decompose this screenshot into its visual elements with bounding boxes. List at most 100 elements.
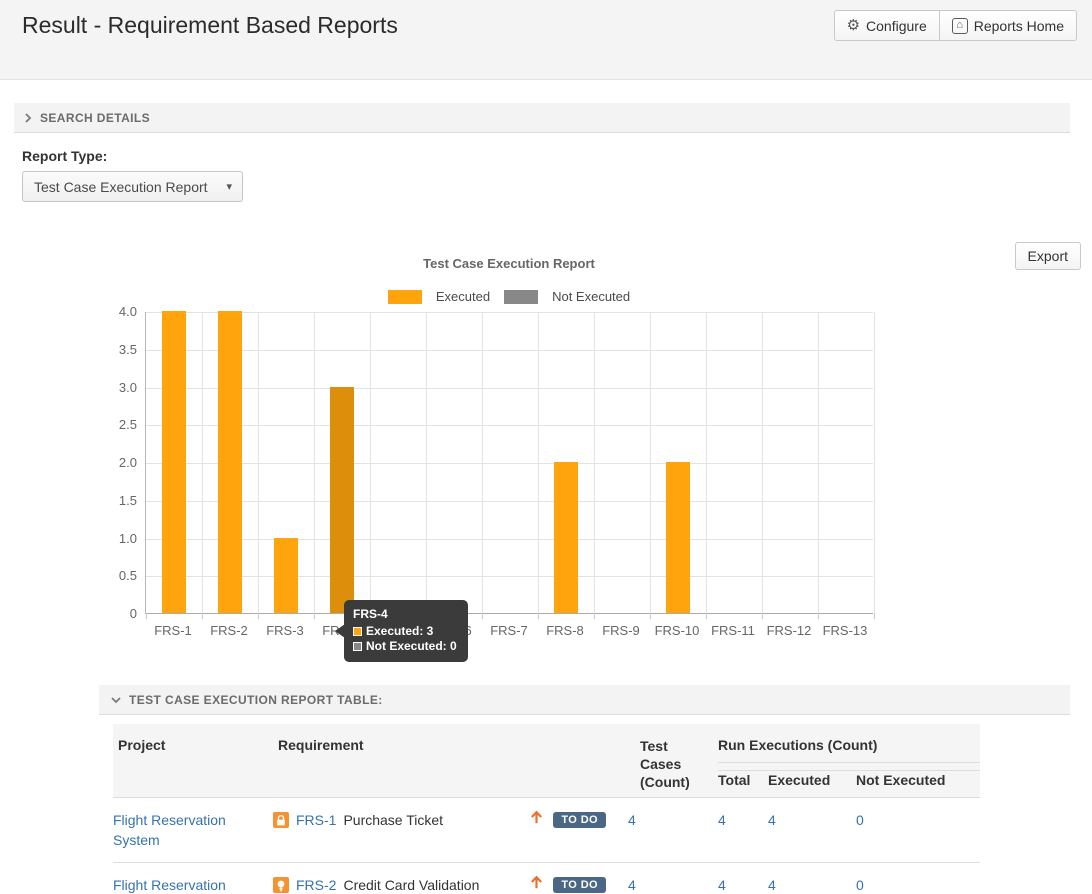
status-badge: TO DO (553, 812, 606, 828)
bar-frs-4[interactable] (330, 387, 354, 614)
gridline (146, 501, 873, 502)
table-row: Flight Reservation SystemFRS-2Credit Car… (113, 863, 980, 894)
not-executed-link[interactable]: 0 (856, 877, 864, 893)
chevron-right-icon (24, 113, 32, 123)
tooltip-swatch-executed (353, 627, 362, 636)
x-axis-tick (874, 613, 875, 619)
total-cell: 4 (718, 863, 768, 894)
tooltip-row-not-executed: Not Executed: 0 (353, 639, 457, 654)
x-axis-tick-label: FRS-11 (705, 623, 761, 638)
plot-area (145, 312, 873, 614)
gridline (426, 312, 427, 613)
x-axis-tick (258, 613, 259, 619)
home-icon: ⌂ (952, 18, 968, 34)
project-link[interactable]: Flight Reservation System (113, 812, 226, 848)
chart-region: Export Test Case Execution Report Execut… (0, 239, 1092, 645)
total-cell: 4 (718, 798, 768, 863)
tooltip-swatch-not-executed (353, 642, 362, 651)
report-type-dropdown[interactable]: Test Case Execution Report ▾ (22, 171, 243, 202)
reports-home-button[interactable]: ⌂ Reports Home (940, 10, 1077, 41)
gridline (538, 312, 539, 613)
total-link[interactable]: 4 (718, 877, 726, 893)
y-axis-tick-label: 3.5 (97, 342, 137, 357)
gridline (650, 312, 651, 613)
page-title: Result - Requirement Based Reports (22, 12, 398, 39)
gridline (762, 312, 763, 613)
x-axis-tick-label: FRS-10 (649, 623, 705, 638)
test-cases-count-link[interactable]: 4 (628, 812, 636, 828)
chart-title: Test Case Execution Report (145, 256, 873, 271)
y-axis-tick-label: 0.5 (97, 568, 137, 583)
gridline (146, 463, 873, 464)
test-cases-count-link[interactable]: 4 (628, 877, 636, 893)
not-executed-link[interactable]: 0 (856, 812, 864, 828)
x-axis-tick-label: FRS-9 (593, 623, 649, 638)
table-row: Flight Reservation System FRS-1 Purchase T… (113, 798, 980, 863)
bar-frs-2[interactable] (218, 311, 242, 613)
column-header-total: Total (718, 771, 768, 798)
project-cell: Flight Reservation System (113, 863, 273, 894)
x-axis-tick-label: FRS-3 (257, 623, 313, 638)
x-axis-tick-label: FRS-1 (145, 623, 201, 638)
test-cases-count-cell: 4 (628, 798, 718, 863)
search-details-toggle[interactable]: SEARCH DETAILS (14, 103, 1070, 133)
column-header-requirement: Requirement (273, 724, 628, 798)
x-axis-tick (706, 613, 707, 619)
x-axis-tick (202, 613, 203, 619)
x-axis-tick-label: FRS-12 (761, 623, 817, 638)
gridline (258, 312, 259, 613)
bar-frs-1[interactable] (162, 311, 186, 613)
report-table-label: TEST CASE EXECUTION REPORT TABLE: (129, 693, 383, 707)
report-type-label: Report Type: (22, 148, 1092, 164)
chevron-down-icon (111, 696, 121, 704)
arrow-up-icon (530, 810, 543, 830)
executed-link[interactable]: 4 (768, 877, 776, 893)
y-axis-tick-label: 2.0 (97, 455, 137, 470)
bar-frs-3[interactable] (274, 538, 298, 614)
arrow-up-icon (530, 875, 543, 894)
column-header-run-executions: Run Executions (Count) (718, 724, 980, 771)
project-cell: Flight Reservation System (113, 798, 273, 863)
y-axis-tick-label: 1.5 (97, 493, 137, 508)
chart-legend: Executed Not Executed (145, 289, 873, 304)
configure-button[interactable]: ⚙ Configure (834, 10, 940, 41)
gridline (482, 312, 483, 613)
x-axis-tick (594, 613, 595, 619)
gridline (146, 576, 873, 577)
requirement-key-link[interactable]: FRS-2 (296, 875, 336, 894)
y-axis-tick-label: 0 (97, 606, 137, 621)
bar-frs-10[interactable] (666, 462, 690, 613)
status-badge: TO DO (553, 877, 606, 893)
gridline (874, 312, 875, 613)
bar-frs-8[interactable] (554, 462, 578, 613)
chart-tooltip: FRS-4 Executed: 3 Not Executed: 0 (344, 600, 468, 662)
legend-label-executed: Executed (436, 289, 490, 304)
x-axis-tick (818, 613, 819, 619)
report-table-toggle[interactable]: TEST CASE EXECUTION REPORT TABLE: (99, 685, 1070, 715)
requirement-cell: FRS-1 Purchase Ticket TO DO (273, 798, 628, 863)
caret-down-icon: ▾ (226, 180, 232, 193)
x-axis-tick-label: FRS-2 (201, 623, 257, 638)
search-details-label: SEARCH DETAILS (40, 111, 150, 125)
export-button[interactable]: Export (1015, 242, 1081, 270)
total-link[interactable]: 4 (718, 812, 726, 828)
gridline (314, 312, 315, 613)
x-axis-tick (650, 613, 651, 619)
x-axis-tick-label: FRS-7 (481, 623, 537, 638)
gridline (202, 312, 203, 613)
requirement-name: Purchase Ticket (343, 810, 443, 830)
executed-cell: 4 (768, 863, 856, 894)
executed-link[interactable]: 4 (768, 812, 776, 828)
gridline (146, 425, 873, 426)
x-axis-tick (538, 613, 539, 619)
header-buttons: ⚙ Configure ⌂ Reports Home (834, 10, 1077, 41)
gear-icon: ⚙ (847, 18, 860, 33)
gridline (370, 312, 371, 613)
reports-home-button-label: Reports Home (974, 18, 1064, 34)
project-link[interactable]: Flight Reservation System (113, 877, 226, 894)
tooltip-value-not-executed: Not Executed: 0 (366, 639, 457, 654)
requirement-key-link[interactable]: FRS-1 (296, 810, 336, 830)
column-header-executed: Executed (768, 771, 856, 798)
y-axis-tick-label: 4.0 (97, 304, 137, 319)
legend-label-not-executed: Not Executed (552, 289, 630, 304)
